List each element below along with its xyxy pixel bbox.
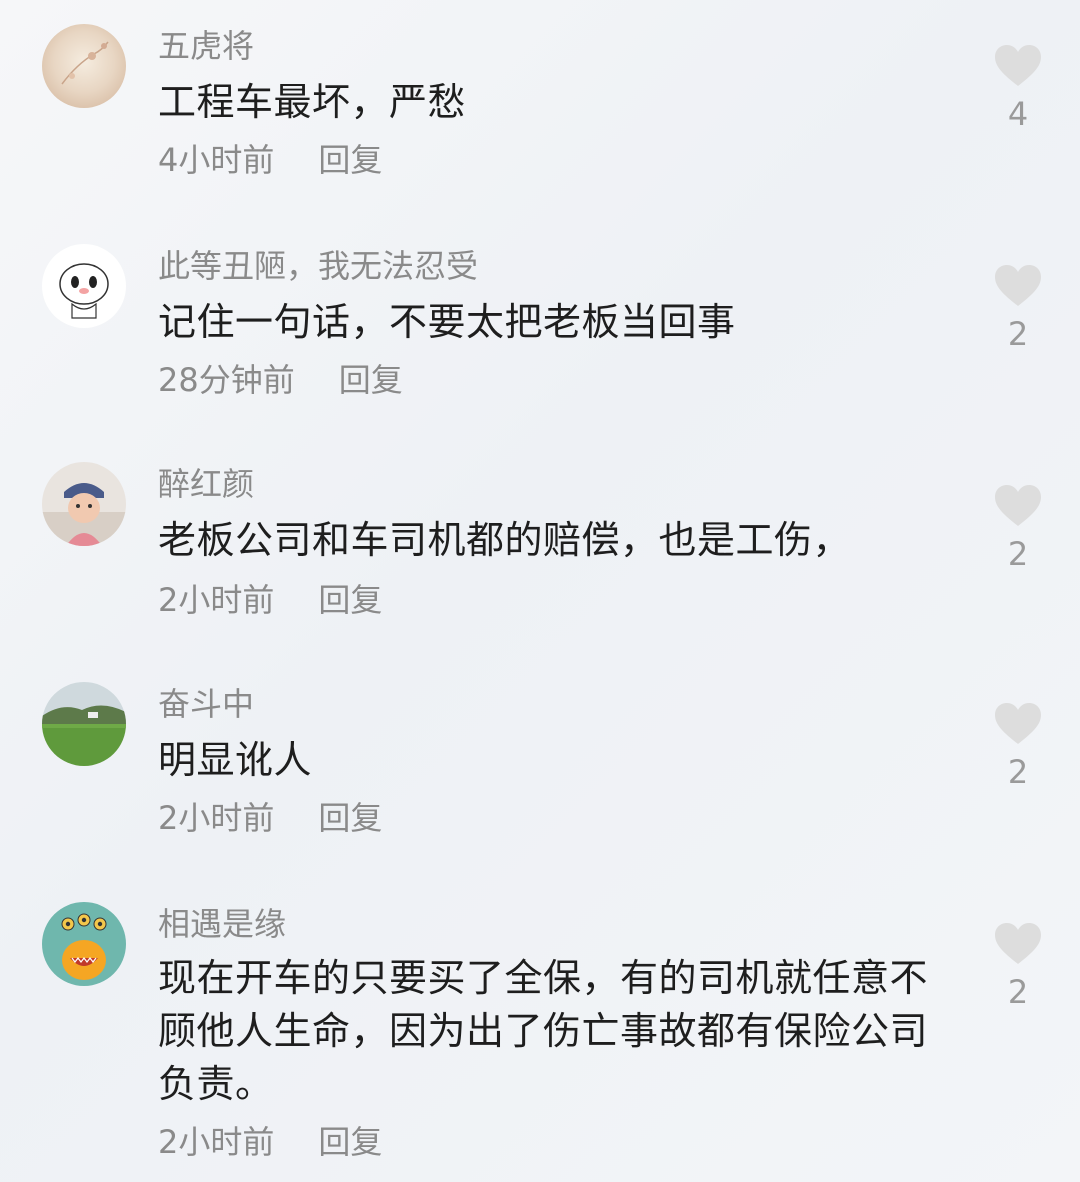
- comment-meta: 28分钟前 回复: [158, 360, 403, 400]
- comment-meta: 4小时前 回复: [158, 140, 382, 180]
- comment-time: 2小时前: [158, 581, 275, 619]
- comment-item: 奋斗中 明显讹人 2小时前 回复 2: [0, 660, 1080, 880]
- like-count: 2: [1007, 973, 1029, 1011]
- child-photo-avatar[interactable]: [42, 462, 126, 546]
- heart-icon: [995, 265, 1041, 306]
- heart-icon: [995, 923, 1041, 964]
- landscape-photo-avatar[interactable]: [42, 682, 126, 766]
- like-count: 2: [1007, 315, 1029, 353]
- comment-meta: 2小时前 回复: [158, 580, 382, 620]
- comment-username[interactable]: 醉红颜: [158, 464, 254, 504]
- reply-button[interactable]: 回复: [318, 1122, 382, 1162]
- reply-button[interactable]: 回复: [318, 798, 382, 838]
- like-button[interactable]: 2: [990, 264, 1046, 354]
- comment-text: 现在开车的只要买了全保，有的司机就任意不顾他人生命，因为出了伤亡事故都有保险公司…: [158, 956, 929, 1106]
- alien-monster-avatar[interactable]: [42, 902, 126, 986]
- reply-button[interactable]: 回复: [339, 360, 403, 400]
- like-count: 4: [1007, 95, 1029, 133]
- comment-time: 2小时前: [158, 799, 275, 837]
- reply-button[interactable]: 回复: [318, 580, 382, 620]
- cartoon-bun-avatar[interactable]: [42, 244, 126, 328]
- comment-meta: 2小时前 回复: [158, 1122, 382, 1162]
- comment-text: 明显讹人: [158, 738, 313, 782]
- like-button[interactable]: 2: [990, 484, 1046, 574]
- heart-icon: [995, 703, 1041, 744]
- comment-time: 2小时前: [158, 1123, 275, 1161]
- comment-text: 记住一句话，不要太把老板当回事: [158, 300, 736, 344]
- like-button[interactable]: 2: [990, 922, 1046, 1012]
- comment-item: 此等丑陋，我无法忍受 记住一句话，不要太把老板当回事 28分钟前 回复 2: [0, 220, 1080, 440]
- heart-icon: [995, 45, 1041, 86]
- comment-meta: 2小时前 回复: [158, 798, 382, 838]
- reply-button[interactable]: 回复: [318, 140, 382, 180]
- comment-username[interactable]: 相遇是缘: [158, 904, 286, 944]
- comment-item: 五虎将 工程车最坏，严愁 4小时前 回复 4: [0, 0, 1080, 220]
- like-button[interactable]: 2: [990, 702, 1046, 792]
- comment-time: 28分钟前: [158, 361, 295, 399]
- comment-username[interactable]: 五虎将: [158, 26, 254, 66]
- heart-icon: [995, 485, 1041, 526]
- comment-item: 相遇是缘 现在开车的只要买了全保，有的司机就任意不顾他人生命，因为出了伤亡事故都…: [0, 880, 1080, 1182]
- comment-list: 五虎将 工程车最坏，严愁 4小时前 回复 4 此等丑陋，我无法忍受 记住一句话，不…: [0, 0, 1080, 1182]
- comment-item: 醉红颜 老板公司和车司机都的赔偿，也是工伤， 2小时前 回复 2: [0, 440, 1080, 660]
- like-button[interactable]: 4: [990, 44, 1046, 134]
- comment-time: 4小时前: [158, 141, 275, 179]
- comment-text: 工程车最坏，严愁: [158, 80, 467, 124]
- like-count: 2: [1007, 535, 1029, 573]
- like-count: 2: [1007, 753, 1029, 791]
- comment-text: 老板公司和车司机都的赔偿，也是工伤，: [158, 518, 852, 562]
- floral-photo-avatar[interactable]: [42, 24, 126, 108]
- comment-username[interactable]: 此等丑陋，我无法忍受: [158, 246, 478, 286]
- comment-username[interactable]: 奋斗中: [158, 684, 254, 724]
